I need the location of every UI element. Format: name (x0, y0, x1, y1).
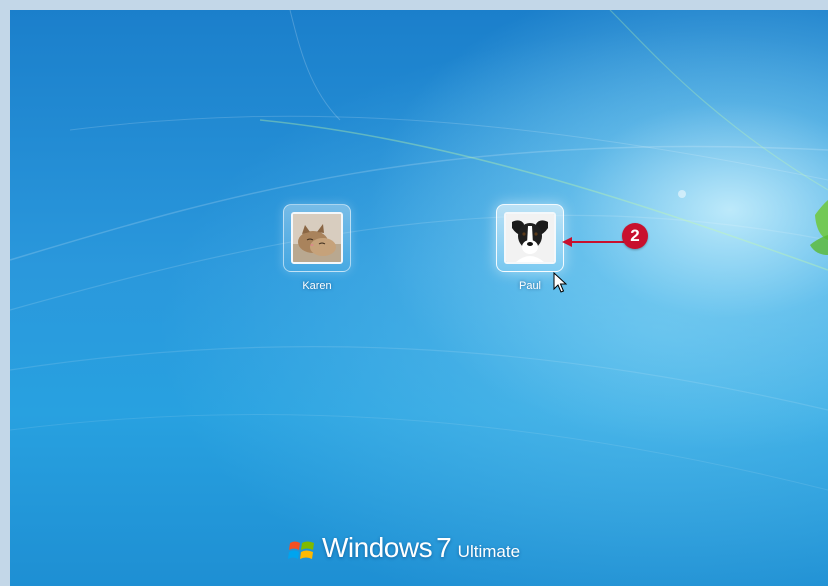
user-picture-frame[interactable] (496, 204, 564, 272)
kitten-icon (291, 212, 343, 264)
callout-arrow-icon (562, 237, 624, 247)
brand-windows-text: Windows (322, 532, 433, 563)
windows-branding: Windows 7 Ultimate (288, 532, 520, 572)
user-picture-frame[interactable] (283, 204, 351, 272)
brand-edition-text: Ultimate (457, 542, 521, 561)
mouse-pointer-icon (553, 272, 567, 293)
screenshot-frame: Karen Paul 2 Windows 7 Ultimate (0, 0, 828, 586)
user-name-karen[interactable]: Karen (272, 280, 362, 292)
brand-version-text: 7 (436, 532, 452, 563)
logon-background: Karen Paul 2 Windows 7 Ultimate (10, 10, 828, 586)
windows-logo-icon (288, 541, 314, 559)
background-light-streaks (10, 10, 828, 491)
dog-icon (504, 212, 556, 264)
step-number-badge: 2 (622, 223, 648, 249)
user-tile-karen[interactable]: Karen (272, 204, 362, 292)
